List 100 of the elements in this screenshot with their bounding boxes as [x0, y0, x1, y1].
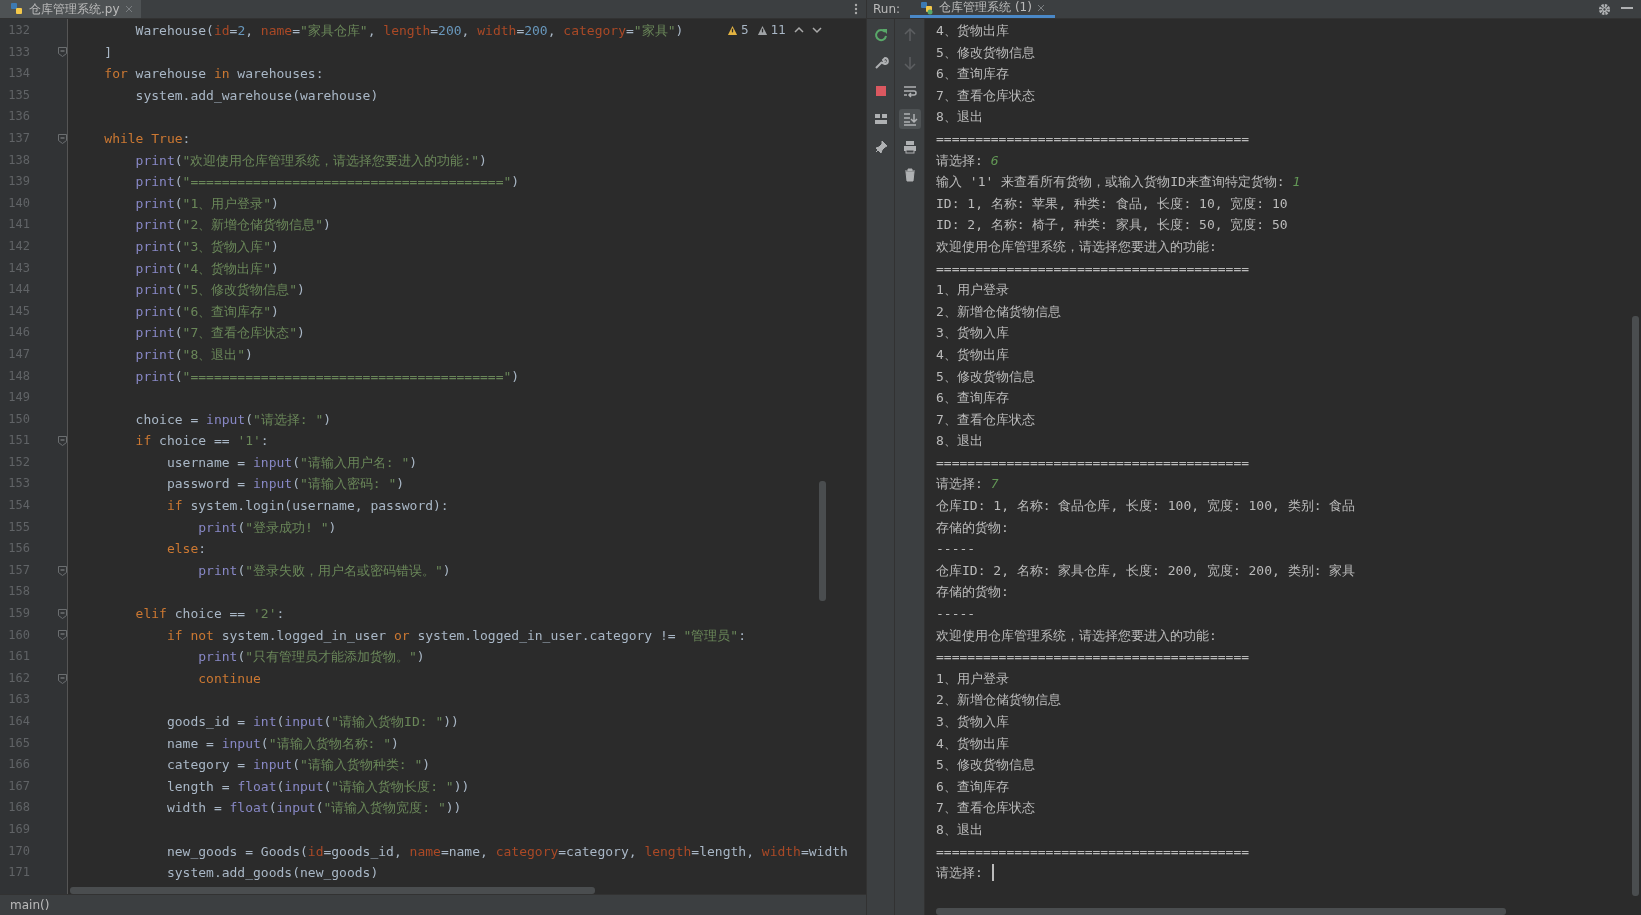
code-line: print("========================================") — [134, 173, 520, 192]
printer-icon[interactable] — [901, 139, 918, 155]
code-line: print("4、货物出库") — [134, 259, 279, 278]
code-line: ] — [103, 43, 113, 62]
fold-marker-icon[interactable] — [58, 608, 67, 619]
minimize-icon[interactable] — [1621, 7, 1633, 11]
code-line: if choice == '1': — [134, 432, 269, 451]
code-line: category = input("请输入货物种类: ") — [165, 756, 431, 775]
console-line: 请选择: — [936, 864, 984, 883]
console-line: ID: 1, 名称: 苹果, 种类: 食品, 长度: 10, 宽度: 10 — [936, 194, 1288, 213]
console-line: 2、新增仓储货物信息 — [936, 691, 1061, 710]
code-line: password = input("请输入密码: ") — [165, 475, 405, 494]
vertical-scrollbar[interactable] — [1632, 316, 1639, 896]
run-label: Run: — [872, 1, 902, 18]
file-tab-label: 仓库管理系统.py — [29, 0, 120, 18]
code-line: username = input("请输入用户名: ") — [165, 453, 418, 472]
console-line: 6、查询库存 — [936, 777, 1009, 796]
fold-marker-icon[interactable] — [58, 47, 67, 58]
code-line: goods_id = int(input("请输入货物ID: ")) — [165, 713, 459, 731]
warning-icon[interactable] — [756, 24, 768, 36]
next-highlight-icon[interactable] — [812, 25, 822, 35]
console-line: 3、货物入库 — [936, 713, 1009, 731]
code-line: choice = input("请选择: ") — [134, 410, 332, 429]
code-line: print("欢迎使用仓库管理系统，请选择您要进入的功能:") — [134, 151, 487, 170]
horizontal-scrollbar[interactable] — [936, 908, 1506, 915]
python-run-icon — [920, 0, 935, 15]
console-line: ======================================== — [936, 453, 1250, 472]
console-line: 输入 '1' 来查看所有货物，或输入货物ID来查询特定货物: 1 — [936, 173, 1301, 192]
console-line: 4、货物出库 — [936, 22, 1009, 40]
code-line: print("只有管理员才能添加货物。") — [197, 648, 425, 667]
warning-count: 11 — [770, 23, 786, 37]
console-line: 请选择: 7 — [936, 475, 999, 494]
console-line: 存储的货物: — [936, 583, 1009, 602]
console-line: 4、货物出库 — [936, 345, 1009, 364]
console-line: 7、查看仓库状态 — [936, 410, 1035, 429]
console-line: 欢迎使用仓库管理系统，请选择您要进入的功能: — [936, 626, 1217, 645]
code-line: print("8、退出") — [134, 345, 253, 364]
console-line: 6、查询库存 — [936, 389, 1009, 408]
console-line: 5、修改货物信息 — [936, 43, 1035, 62]
code-line: print("3、货物入库") — [134, 237, 279, 256]
fold-marker-icon[interactable] — [58, 133, 67, 144]
console-line: 8、退出 — [936, 432, 983, 451]
vertical-scrollbar[interactable] — [819, 481, 826, 601]
code-line: print("========================================") — [134, 367, 520, 386]
fold-marker-icon[interactable] — [58, 565, 67, 576]
console-line: 6、查询库存 — [936, 65, 1009, 84]
file-tab[interactable]: 仓库管理系统.py — [0, 0, 141, 18]
console-line: ======================================== — [936, 129, 1250, 148]
code-line: width = float(input("请输入货物宽度: ")) — [165, 799, 462, 818]
console-line: 8、退出 — [936, 108, 983, 127]
code-line: if not system.logged_in_user or system.logged_in_user.category != "管理员": — [165, 626, 746, 645]
code-line: else: — [165, 540, 207, 559]
code-line: name = input("请输入货物名称: ") — [165, 734, 399, 753]
console-line: 仓库ID: 2, 名称: 家具仓库, 长度: 200, 宽度: 200, 类别: 家具 — [936, 561, 1356, 580]
rerun-icon[interactable] — [872, 27, 889, 43]
close-tab-icon[interactable] — [124, 5, 133, 13]
warning-count: 5 — [741, 23, 749, 37]
console-line: 5、修改货物信息 — [936, 756, 1035, 775]
console-line: 8、退出 — [936, 820, 983, 839]
console-line: 欢迎使用仓库管理系统，请选择您要进入的功能: — [936, 237, 1217, 256]
console-line: ======================================== — [936, 648, 1250, 667]
console-line: ======================================== — [936, 259, 1250, 278]
python-file-icon — [10, 2, 24, 16]
code-line: print("6、查询库存") — [134, 302, 279, 321]
previous-highlight-icon[interactable] — [794, 25, 804, 35]
layout-icon[interactable] — [872, 111, 889, 127]
console-line: 1、用户登录 — [936, 281, 1009, 300]
horizontal-scrollbar[interactable] — [70, 887, 595, 894]
console-line: 1、用户登录 — [936, 669, 1009, 688]
fold-marker-icon[interactable] — [58, 436, 67, 447]
soft-wrap-icon[interactable] — [901, 83, 918, 99]
scroll-to-end-icon[interactable] — [901, 111, 918, 127]
warning-icon[interactable] — [727, 24, 739, 36]
fold-marker-icon[interactable] — [58, 630, 67, 641]
breadcrumb[interactable]: main() — [10, 898, 50, 912]
console-line: 仓库ID: 1, 名称: 食品仓库, 长度: 100, 宽度: 100, 类别: 食品 — [936, 497, 1356, 516]
code-line: print("7、查看仓库状态") — [134, 324, 305, 343]
console-line: ----- — [936, 540, 976, 559]
close-tab-icon[interactable] — [1036, 3, 1045, 12]
code-line: for warehouse in warehouses: — [103, 65, 324, 84]
console-line: 7、查看仓库状态 — [936, 799, 1035, 818]
code-line: elif choice == '2': — [134, 605, 285, 624]
console-line: ======================================== — [936, 842, 1250, 861]
more-options-icon[interactable] — [854, 3, 858, 15]
code-line: while True: — [103, 129, 191, 148]
code-line: continue — [197, 669, 261, 688]
console-line: 存储的货物: — [936, 518, 1009, 537]
code-line: print("登录成功! ") — [197, 518, 337, 537]
code-line: print("登录失败，用户名或密码错误。") — [197, 561, 451, 580]
fold-marker-icon[interactable] — [58, 673, 67, 684]
code-line: if system.login(username, password): — [165, 497, 449, 516]
code-line: new_goods = Goods(id=goods_id, name=name, category=category, length=length, width=width — [165, 842, 848, 861]
console-line: 请选择: 6 — [936, 151, 999, 170]
console-line: 3、货物入库 — [936, 324, 1009, 343]
code-line: print("1、用户登录") — [134, 194, 279, 213]
settings-icon[interactable] — [1598, 2, 1611, 16]
run-tab[interactable]: 仓库管理系统 (1) — [910, 0, 1055, 18]
console-line: 5、修改货物信息 — [936, 367, 1035, 386]
console-line: ----- — [936, 605, 976, 624]
code-line: length = float(input("请输入货物长度: ")) — [165, 777, 470, 796]
